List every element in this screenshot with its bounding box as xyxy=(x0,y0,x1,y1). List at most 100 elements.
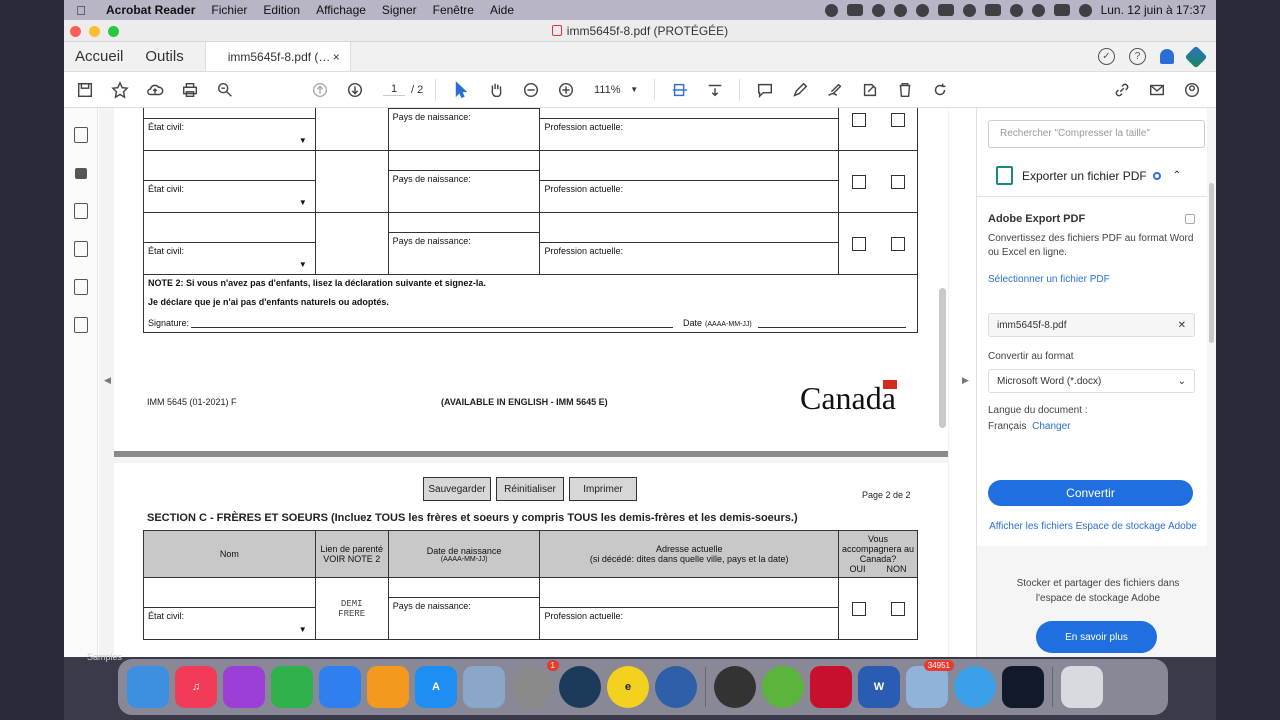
help-icon[interactable]: ? xyxy=(1129,48,1146,65)
select-cursor-icon[interactable] xyxy=(450,79,472,101)
trash-icon[interactable] xyxy=(1061,666,1103,708)
system-settings-icon[interactable]: 1 xyxy=(511,660,559,708)
mail-icon[interactable] xyxy=(1146,79,1168,101)
relation-field[interactable] xyxy=(314,150,389,213)
relation-field[interactable] xyxy=(314,108,389,151)
format-select[interactable]: Microsoft Word (*.docx) ⌄ xyxy=(988,369,1195,393)
comment-icon[interactable] xyxy=(754,79,776,101)
zoom-in-icon[interactable] xyxy=(555,79,577,101)
keynote-icon[interactable] xyxy=(319,666,361,708)
podcasts-icon[interactable] xyxy=(223,666,265,708)
non-checkbox[interactable] xyxy=(890,236,905,251)
tab-document[interactable]: imm5645f-8.pdf (… × xyxy=(204,42,351,71)
status-icon-4[interactable] xyxy=(915,3,929,17)
next-page-icon[interactable] xyxy=(344,79,366,101)
birthdate-field[interactable] xyxy=(388,108,540,109)
chevron-down-icon[interactable]: ▼ xyxy=(299,260,307,269)
name-field[interactable] xyxy=(144,213,315,243)
learn-more-button[interactable]: En savoir plus xyxy=(1036,621,1157,653)
spotlight-icon[interactable] xyxy=(1031,3,1045,17)
signature-field[interactable] xyxy=(191,319,674,328)
panel-scrollbar[interactable] xyxy=(1209,183,1214,343)
zoom-window-button[interactable] xyxy=(108,26,119,37)
name-field[interactable] xyxy=(144,578,315,608)
menu-app-name[interactable]: Acrobat Reader xyxy=(98,3,203,17)
storage-files-link[interactable]: Afficher les fichiers Espace de stockage… xyxy=(988,520,1198,534)
print-icon[interactable] xyxy=(179,79,201,101)
address-field[interactable] xyxy=(540,213,839,243)
wsg-app-icon[interactable] xyxy=(559,666,601,708)
rail-tool-protect[interactable] xyxy=(64,154,98,192)
print-form-button[interactable]: Imprimer xyxy=(569,477,637,501)
check-circle-icon[interactable]: ✓ xyxy=(1098,48,1115,65)
fill-sign-icon[interactable] xyxy=(859,79,881,101)
chevron-down-icon[interactable]: ▼ xyxy=(299,198,307,207)
rail-tool-layers[interactable] xyxy=(64,268,98,306)
rotate-icon[interactable] xyxy=(929,79,951,101)
name-field[interactable] xyxy=(144,151,315,181)
acrobat-icon[interactable] xyxy=(810,666,852,708)
record-icon[interactable] xyxy=(824,3,838,17)
document-viewer[interactable]: État civil: ▼ Pays de naissance: Professi… xyxy=(99,108,949,657)
minimize-window-button[interactable] xyxy=(89,26,100,37)
viewer-scrollbar[interactable] xyxy=(939,108,946,657)
utorrent-icon[interactable] xyxy=(762,666,804,708)
convert-button[interactable]: Convertir xyxy=(988,480,1193,506)
zoom-out-icon[interactable] xyxy=(520,79,542,101)
app-status-icon[interactable] xyxy=(846,4,863,16)
address-field[interactable] xyxy=(540,151,839,181)
select-pdf-link[interactable]: Sélectionner un fichier PDF xyxy=(988,273,1198,287)
share-user-icon[interactable] xyxy=(1181,79,1203,101)
chevron-down-icon[interactable]: ▼ xyxy=(299,136,307,145)
non-checkbox[interactable] xyxy=(890,174,905,189)
status-icon-3[interactable] xyxy=(893,3,907,17)
birthdate-field[interactable] xyxy=(388,213,540,233)
chevron-down-icon[interactable]: ▼ xyxy=(299,625,307,634)
upload-cloud-icon[interactable] xyxy=(144,79,166,101)
oui-checkbox[interactable] xyxy=(851,601,866,616)
clock[interactable]: Lun. 12 juin à 17:37 xyxy=(1101,3,1206,17)
birthdate-field[interactable] xyxy=(388,151,540,171)
scroll-mode-icon[interactable] xyxy=(704,79,726,101)
collapse-left-icon[interactable]: ◀ xyxy=(104,375,111,386)
save-icon[interactable] xyxy=(74,79,96,101)
previous-page-icon[interactable] xyxy=(309,79,331,101)
relation-field[interactable] xyxy=(314,212,389,275)
battery-icon[interactable] xyxy=(984,4,1001,16)
control-center-icon[interactable] xyxy=(1053,4,1070,16)
birthdate-field[interactable] xyxy=(388,578,540,598)
fit-page-icon[interactable] xyxy=(669,79,691,101)
drv-app-icon[interactable] xyxy=(655,666,697,708)
non-checkbox[interactable] xyxy=(890,112,905,127)
export-section-header[interactable]: Exporter un fichier PDF ⌃ xyxy=(996,166,1196,185)
sgst-app-icon[interactable] xyxy=(714,666,756,708)
notifications-bell-icon[interactable] xyxy=(1160,49,1174,64)
date-field[interactable] xyxy=(757,319,906,328)
bookmark-star-icon[interactable] xyxy=(109,79,131,101)
relation-field[interactable]: DEMI FRERE xyxy=(314,577,389,640)
hand-tool-icon[interactable] xyxy=(485,79,507,101)
reset-form-button[interactable]: Réinitialiser xyxy=(496,477,564,501)
oui-checkbox[interactable] xyxy=(851,112,866,127)
chevron-up-icon[interactable]: ⌃ xyxy=(1173,170,1181,181)
wifi-icon[interactable] xyxy=(1009,3,1023,17)
menu-fichier[interactable]: Fichier xyxy=(203,3,255,17)
zoom-out-search-icon[interactable] xyxy=(214,79,236,101)
link-icon[interactable] xyxy=(1111,79,1133,101)
selected-file-field[interactable]: imm5645f-8.pdf ✕ xyxy=(988,313,1195,337)
change-language-link[interactable]: Changer xyxy=(1032,421,1070,432)
menu-affichage[interactable]: Affichage xyxy=(308,3,374,17)
scrollbar-thumb[interactable] xyxy=(939,288,946,428)
adobe-apps-icon[interactable] xyxy=(1184,45,1208,68)
tools-search-input[interactable]: Rechercher "Compresser la taille" xyxy=(988,120,1205,148)
bluetooth-icon[interactable] xyxy=(962,3,976,17)
tab-tools[interactable]: Outils xyxy=(134,42,194,71)
zoom-select[interactable]: 111% ▼ xyxy=(590,84,638,96)
rail-tool-export[interactable] xyxy=(64,116,98,154)
menu-signer[interactable]: Signer xyxy=(374,3,425,17)
tab-home[interactable]: Accueil xyxy=(64,42,134,71)
apple-icon[interactable]:  xyxy=(64,3,98,18)
oui-checkbox[interactable] xyxy=(851,174,866,189)
finder-icon[interactable] xyxy=(127,666,169,708)
close-tab-icon[interactable]: × xyxy=(333,50,340,64)
